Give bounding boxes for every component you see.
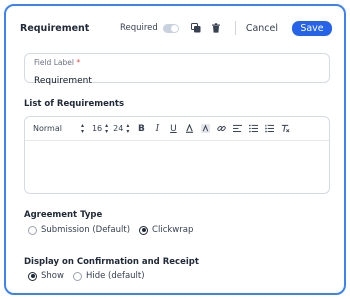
italic-icon[interactable]: I: [149, 121, 165, 137]
save-button[interactable]: Save: [292, 20, 332, 36]
required-label: Required: [119, 23, 158, 33]
line-height-value: 24: [113, 124, 124, 133]
text-style-value: Normal: [33, 124, 62, 133]
line-height-select[interactable]: 24 ▴ ▾: [113, 121, 130, 135]
font-size-value: 16: [91, 124, 103, 133]
radio-submission[interactable]: [28, 225, 37, 235]
field-label-text: Field Label: [34, 58, 74, 67]
display-option-label: Hide (default): [85, 271, 145, 281]
card-header: Requirement Required Cancel Save: [20, 16, 332, 40]
bullet-list-icon[interactable]: [245, 121, 261, 137]
bold-icon[interactable]: B: [133, 121, 149, 137]
requirement-card: Requirement Required Cancel Save Field L…: [4, 4, 346, 295]
header-actions: Required Cancel Save: [119, 20, 332, 36]
toggle-knob: [170, 24, 178, 32]
field-label-input[interactable]: [34, 76, 320, 87]
select-arrows-icon: ▴ ▾: [105, 121, 109, 135]
link-icon[interactable]: [213, 121, 229, 137]
radio-clickwrap[interactable]: [139, 225, 149, 235]
editor-toolbar: Normal ▴ ▾ 16 ▴ ▾ 24 ▴ ▾ B I U: [25, 117, 329, 141]
agreement-option-label: Submission (Default): [41, 225, 131, 235]
agreement-option-label: Clickwrap: [152, 225, 194, 235]
editor-content-area[interactable]: [25, 141, 329, 193]
underline-icon[interactable]: U: [165, 121, 181, 137]
field-label-caption: Field Label *: [34, 58, 320, 68]
select-arrows-icon: ▴ ▾: [126, 121, 130, 135]
agreement-option-clickwrap[interactable]: Clickwrap: [139, 225, 193, 235]
field-label-input-box[interactable]: Field Label *: [24, 53, 330, 87]
required-asterisk: *: [76, 58, 81, 67]
display-group: Show Hide (default): [28, 271, 154, 281]
radio-show[interactable]: [28, 271, 37, 281]
highlight-icon[interactable]: [197, 121, 213, 137]
card-title: Requirement: [20, 22, 90, 34]
duplicate-icon[interactable]: [189, 21, 203, 35]
cancel-button[interactable]: Cancel: [246, 23, 278, 34]
radio-hide[interactable]: [72, 271, 82, 281]
text-color-icon[interactable]: [181, 121, 197, 137]
agreement-type-group: Submission (Default) Clickwrap: [28, 225, 202, 235]
text-style-select[interactable]: Normal ▴ ▾: [33, 121, 84, 135]
requirements-title: List of Requirements: [24, 99, 125, 109]
rich-text-editor: Normal ▴ ▾ 16 ▴ ▾ 24 ▴ ▾ B I U: [24, 116, 330, 194]
select-arrows-icon: ▴ ▾: [80, 121, 84, 135]
align-icon[interactable]: [229, 121, 245, 137]
agreement-type-title: Agreement Type: [24, 210, 103, 220]
numbered-list-icon[interactable]: [261, 121, 277, 137]
clear-format-icon[interactable]: [277, 121, 293, 137]
trash-icon[interactable]: [209, 21, 223, 35]
display-option-hide[interactable]: Hide (default): [72, 271, 145, 281]
font-size-select[interactable]: 16 ▴ ▾: [91, 121, 109, 135]
display-option-label: Show: [41, 271, 64, 281]
required-toggle[interactable]: [162, 23, 179, 33]
display-title: Display on Confirmation and Receipt: [24, 257, 199, 267]
header-divider: [234, 21, 236, 35]
agreement-option-submission[interactable]: Submission (Default): [28, 225, 130, 235]
display-option-show[interactable]: Show: [28, 271, 64, 281]
